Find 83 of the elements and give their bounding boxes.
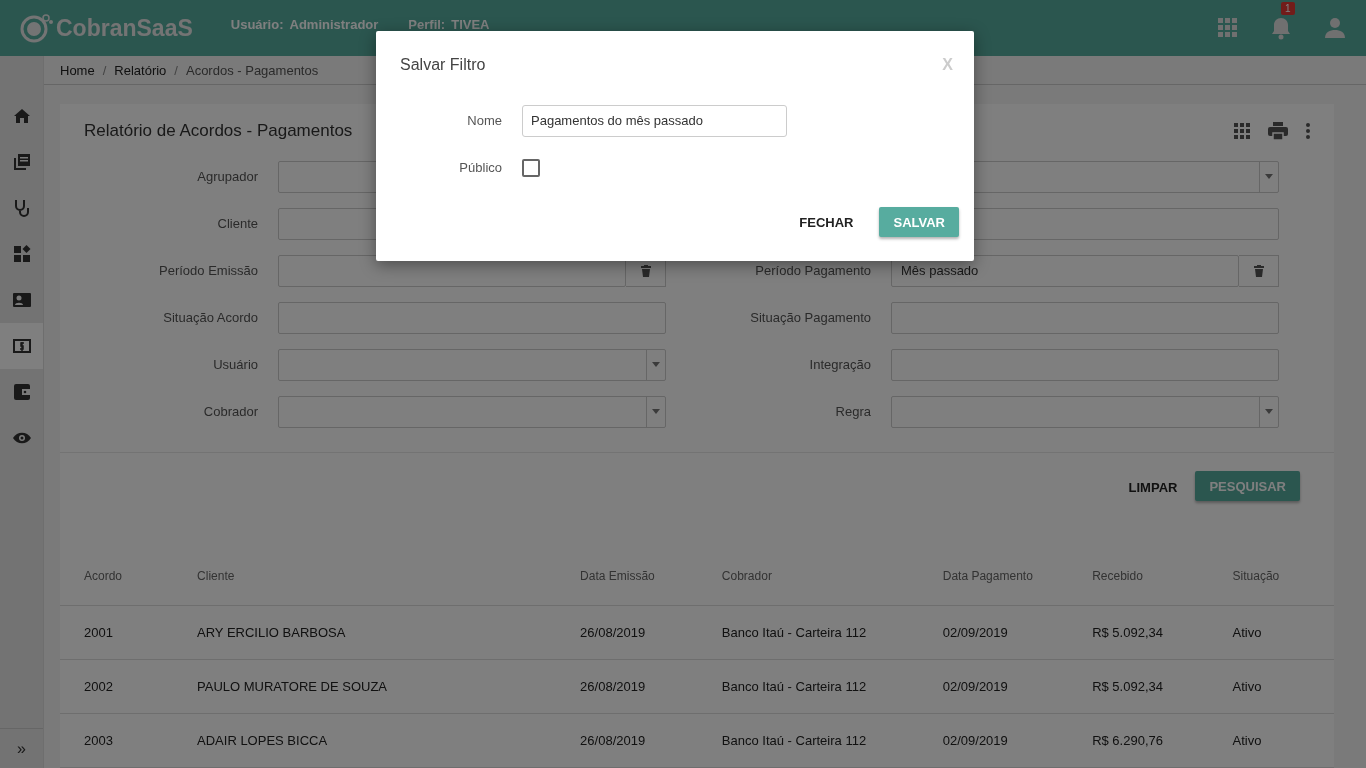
- coin-logo-icon: [20, 13, 54, 43]
- clear-filters-button[interactable]: LIMPAR: [1126, 471, 1180, 503]
- app-logo: CobranSaaS: [56, 14, 193, 42]
- column-header[interactable]: Cliente: [173, 547, 557, 606]
- filter-label: Regra: [835, 404, 871, 419]
- table-cell: Ativo: [1208, 605, 1334, 660]
- dropdown-caret-icon: [652, 409, 660, 414]
- stethoscope-icon: [12, 199, 31, 217]
- filter-label: Cliente: [217, 216, 258, 231]
- column-header[interactable]: Cobrador: [697, 547, 919, 606]
- table-cell: 26/08/2019: [556, 605, 698, 660]
- table-cell: PAULO MURATORE DE SOUZA: [173, 659, 557, 714]
- text-field[interactable]: [891, 301, 1279, 334]
- breadcrumb-link[interactable]: Acordos - Pagamentos: [185, 62, 319, 78]
- trash-icon: [640, 264, 651, 277]
- public-checkbox[interactable]: [522, 158, 540, 177]
- dropdown-caret-icon: [1265, 409, 1273, 414]
- book-stack-icon: [12, 153, 31, 171]
- table-cell: Banco Itaú - Carteira 112: [697, 659, 919, 714]
- filter-label: Situação Acordo: [163, 310, 258, 325]
- dropdown-caret-icon: [652, 362, 660, 367]
- table-cell: 02/09/2019: [918, 713, 1069, 768]
- text-field[interactable]: [891, 348, 1279, 381]
- table-cell: Ativo: [1208, 713, 1334, 768]
- profile-name: TIVEA: [451, 16, 490, 32]
- column-header[interactable]: Data Emissão: [556, 547, 698, 606]
- filter-label: Cobrador: [203, 404, 258, 419]
- report-title: Relatório de Acordos - Pagamentos: [84, 121, 353, 141]
- user-name: Administrador: [289, 16, 379, 32]
- table-cell: Banco Itaú - Carteira 112: [697, 605, 919, 660]
- search-button[interactable]: PESQUISAR: [1195, 471, 1300, 501]
- filter-label: Usuário: [213, 357, 258, 372]
- filter-label: Período Pagamento: [755, 263, 871, 278]
- table-cell: R$ 5.092,34: [1068, 605, 1209, 660]
- table-cell: ADAIR LOPES BICCA: [173, 713, 557, 768]
- print-icon[interactable]: [1268, 122, 1288, 140]
- table-cell: 26/08/2019: [556, 659, 698, 714]
- filter-label: Situação Pagamento: [750, 310, 871, 325]
- column-header[interactable]: Recebido: [1068, 547, 1209, 606]
- table-cell: R$ 5.092,34: [1068, 659, 1209, 714]
- dialog-title: Salvar Filtro: [400, 56, 486, 74]
- filter-label: Período Emissão: [159, 263, 258, 278]
- trash-icon: [1253, 264, 1264, 277]
- dropdown-caret-icon: [1265, 174, 1273, 179]
- column-header[interactable]: Data Pagamento: [918, 547, 1069, 606]
- save-button[interactable]: SALVAR: [879, 207, 959, 237]
- select-field[interactable]: [278, 348, 666, 381]
- close-dialog-button[interactable]: FECHAR: [797, 207, 856, 237]
- column-header[interactable]: Acordo: [60, 547, 174, 606]
- breadcrumb-separator: /: [102, 62, 107, 78]
- sidebar-item[interactable]: [0, 323, 43, 369]
- name-input-field[interactable]: Pagamentos do mês passado: [522, 104, 787, 137]
- name-label: Nome: [466, 113, 503, 128]
- grid-icon[interactable]: [1234, 123, 1250, 139]
- user-label: Usuário:: [230, 16, 284, 32]
- profile-label: Perfil:: [408, 16, 446, 32]
- filter-label: Agrupador: [197, 169, 258, 184]
- breadcrumb-separator: /: [174, 62, 178, 78]
- widgets-icon: [12, 245, 31, 263]
- select-field[interactable]: [891, 395, 1279, 428]
- table-cell: 02/09/2019: [918, 605, 1069, 660]
- table-cell: 2002: [60, 659, 174, 714]
- money-icon: [12, 337, 31, 355]
- table-cell: R$ 6.290,76: [1068, 713, 1209, 768]
- table-cell: ARY ERCILIO BARBOSA: [173, 605, 557, 660]
- more-options-icon[interactable]: [1306, 123, 1310, 139]
- notification-count: 1: [1281, 2, 1295, 15]
- table-cell: 2001: [60, 605, 174, 660]
- breadcrumb-link[interactable]: Home: [60, 62, 95, 78]
- breadcrumb-link[interactable]: Relatório: [114, 62, 167, 78]
- table-cell: 02/09/2019: [918, 659, 1069, 714]
- select-field[interactable]: [278, 395, 666, 428]
- text-field[interactable]: [278, 301, 666, 334]
- table-cell: 26/08/2019: [556, 713, 698, 768]
- home-icon: [12, 107, 31, 125]
- column-header[interactable]: Situação: [1208, 547, 1334, 606]
- table-cell: Ativo: [1208, 659, 1334, 714]
- table-cell: Banco Itaú - Carteira 112: [697, 713, 919, 768]
- wallet-icon: [12, 383, 31, 401]
- table-cell: 2003: [60, 713, 174, 768]
- public-label: Público: [458, 160, 503, 175]
- filter-label: Integração: [809, 357, 871, 372]
- contact-card-icon: [12, 291, 31, 309]
